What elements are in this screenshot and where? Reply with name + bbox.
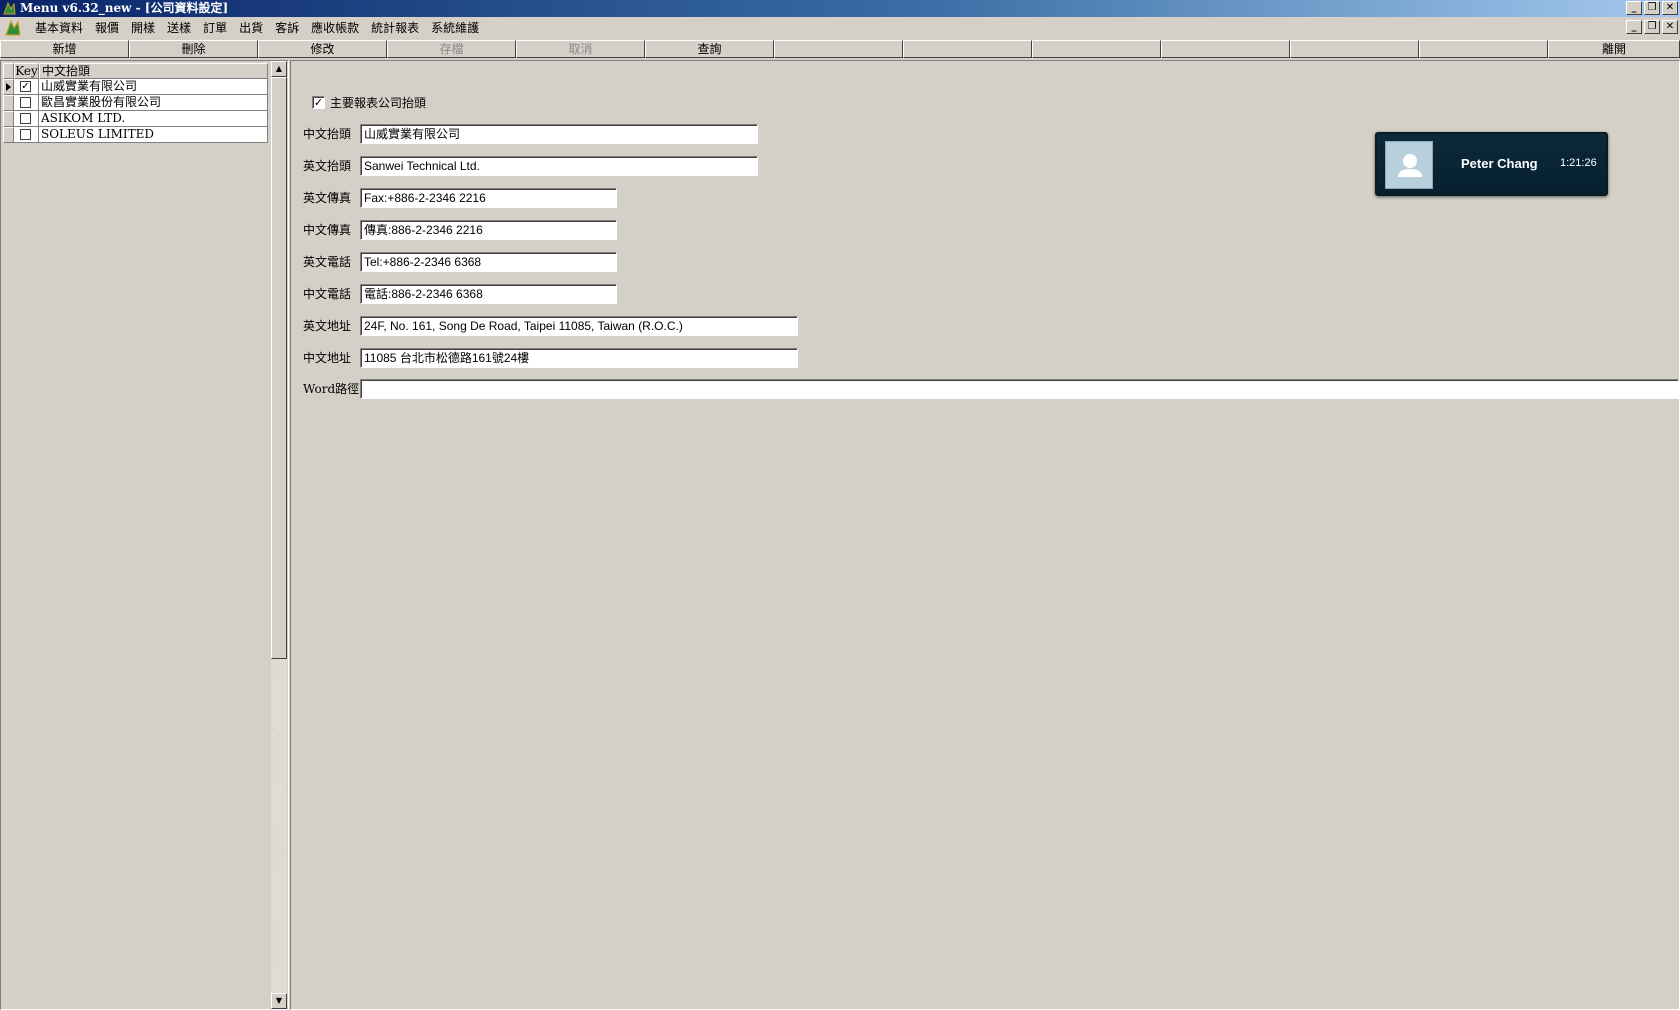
current-row-arrow-icon — [6, 83, 11, 91]
caller-name: Peter Chang — [1461, 156, 1538, 171]
primary-report-title-option[interactable]: ✓ 主要報表公司抬頭 — [312, 94, 426, 111]
close-icon: ✕ — [1665, 2, 1675, 13]
query-button[interactable]: 查詢 — [645, 40, 774, 58]
chinese-fax-field[interactable]: 傳真:886-2-2346 2216 — [360, 220, 617, 240]
save-button[interactable]: 存檔 — [387, 40, 516, 58]
minimize-icon: _ — [1631, 21, 1637, 32]
table-row[interactable]: SOLEUS LIMITED — [3, 127, 268, 143]
company-list-panel: Key 中文抬頭 ✓ 山威實業有限公司 歐昌實業股份有限公司 ASIKOM LT… — [0, 60, 289, 1010]
english-phone-field[interactable]: Tel:+886-2-2346 6368 — [360, 252, 617, 272]
app-logo-icon — [5, 19, 21, 36]
empty-toolbar-button[interactable] — [1419, 40, 1548, 58]
menu-orders[interactable]: 訂單 — [197, 18, 233, 38]
child-minimize-button[interactable]: _ — [1626, 20, 1642, 34]
menu-sample-making[interactable]: 開樣 — [125, 18, 161, 38]
name-cell[interactable]: 歐昌實業股份有限公司 — [39, 95, 268, 111]
app-logo-icon — [3, 1, 16, 15]
table-row[interactable]: 歐昌實業股份有限公司 — [3, 95, 268, 111]
chinese-phone-label: 中文電話 — [303, 287, 352, 301]
minimize-button[interactable]: _ — [1626, 1, 1642, 15]
header-chinese-title[interactable]: 中文抬頭 — [39, 63, 268, 79]
key-cell[interactable]: ✓ — [14, 79, 39, 95]
menu-sample-delivery[interactable]: 送樣 — [161, 18, 197, 38]
row-indicator — [3, 79, 14, 95]
company-grid: Key 中文抬頭 ✓ 山威實業有限公司 歐昌實業股份有限公司 ASIKOM LT… — [3, 63, 268, 143]
scroll-thumb[interactable] — [271, 77, 287, 659]
child-close-button[interactable]: ✕ — [1662, 20, 1678, 34]
empty-toolbar-button[interactable] — [903, 40, 1032, 58]
restore-button[interactable]: ❐ — [1644, 1, 1660, 15]
english-address-field[interactable]: 24F, No. 161, Song De Road, Taipei 11085… — [360, 316, 798, 336]
key-cell[interactable] — [14, 111, 39, 127]
empty-toolbar-button[interactable] — [774, 40, 903, 58]
company-form-panel: ✓ 主要報表公司抬頭 中文抬頭 山威實業有限公司 英文抬頭 Sanwei Tec… — [290, 60, 1680, 1010]
empty-toolbar-button[interactable] — [1161, 40, 1290, 58]
key-checkbox[interactable]: ✓ — [20, 81, 31, 92]
chinese-phone-field[interactable]: 電話:886-2-2346 6368 — [360, 284, 617, 304]
english-phone-label: 英文電話 — [303, 255, 352, 269]
scroll-down-icon[interactable]: ▼ — [271, 993, 287, 1009]
word-path-label: Word路徑 — [303, 382, 360, 396]
menu-quotation[interactable]: 報價 — [89, 18, 125, 38]
title-bar: Menu v6.32_new - [公司資料設定] _ ❐ ✕ — [0, 0, 1680, 17]
table-row[interactable]: ✓ 山威實業有限公司 — [3, 79, 268, 95]
edit-button[interactable]: 修改 — [258, 40, 387, 58]
empty-toolbar-button[interactable] — [1290, 40, 1419, 58]
user-icon — [1398, 154, 1422, 177]
menu-basic-data[interactable]: 基本資料 — [29, 18, 89, 38]
menu-receivables[interactable]: 應收帳款 — [305, 18, 365, 38]
menu-bar: 基本資料 報價 開樣 送樣 訂單 出貨 客訴 應收帳款 統計報表 系統維護 _ … — [0, 17, 1680, 39]
scroll-up-icon[interactable]: ▲ — [271, 61, 287, 77]
english-title-field[interactable]: Sanwei Technical Ltd. — [360, 156, 758, 176]
minimize-icon: _ — [1631, 2, 1637, 13]
key-cell[interactable] — [14, 127, 39, 143]
key-checkbox[interactable] — [20, 113, 31, 124]
call-notification[interactable]: Peter Chang 1:21:26 — [1375, 132, 1608, 196]
row-indicator — [3, 111, 14, 127]
menu-shipping[interactable]: 出貨 — [233, 18, 269, 38]
close-button[interactable]: ✕ — [1662, 1, 1678, 15]
name-cell[interactable]: 山威實業有限公司 — [39, 79, 268, 95]
child-restore-button[interactable]: ❐ — [1644, 20, 1660, 34]
english-fax-label: 英文傳真 — [303, 191, 352, 205]
primary-report-title-checkbox[interactable]: ✓ — [312, 96, 325, 109]
delete-button[interactable]: 刪除 — [129, 40, 258, 58]
chinese-title-field[interactable]: 山威實業有限公司 — [360, 124, 758, 144]
row-indicator — [3, 127, 14, 143]
header-indicator — [3, 63, 14, 79]
restore-icon: ❐ — [1647, 21, 1657, 32]
key-checkbox[interactable] — [20, 129, 31, 140]
menu-system[interactable]: 系統維護 — [425, 18, 485, 38]
english-fax-field[interactable]: Fax:+886-2-2346 2216 — [360, 188, 617, 208]
exit-button[interactable]: 離開 — [1548, 40, 1680, 58]
name-cell[interactable]: ASIKOM LTD. — [39, 111, 268, 127]
chinese-address-label: 中文地址 — [303, 351, 352, 365]
chinese-fax-label: 中文傳真 — [303, 223, 352, 237]
header-key[interactable]: Key — [14, 63, 39, 79]
menu-reports[interactable]: 統計報表 — [365, 18, 425, 38]
menu-complaints[interactable]: 客訴 — [269, 18, 305, 38]
empty-toolbar-button[interactable] — [1032, 40, 1161, 58]
english-address-label: 英文地址 — [303, 319, 352, 333]
restore-icon: ❐ — [1647, 2, 1657, 13]
toolbar: 新增 刪除 修改 存檔 取消 查詢 離開 — [0, 40, 1680, 59]
primary-report-title-label: 主要報表公司抬頭 — [330, 96, 427, 110]
window-title: Menu v6.32_new - [公司資料設定] — [20, 1, 229, 15]
row-indicator — [3, 95, 14, 111]
cancel-button[interactable]: 取消 — [516, 40, 645, 58]
word-path-field[interactable] — [360, 379, 1679, 399]
chinese-title-label: 中文抬頭 — [303, 127, 352, 141]
close-icon: ✕ — [1665, 21, 1675, 32]
english-title-label: 英文抬頭 — [303, 159, 352, 173]
key-checkbox[interactable] — [20, 97, 31, 108]
chinese-address-field[interactable]: 11085 台北市松德路161號24樓 — [360, 348, 798, 368]
grid-header: Key 中文抬頭 — [3, 63, 268, 79]
name-cell[interactable]: SOLEUS LIMITED — [39, 127, 268, 143]
call-duration: 1:21:26 — [1560, 157, 1597, 169]
key-cell[interactable] — [14, 95, 39, 111]
table-row[interactable]: ASIKOM LTD. — [3, 111, 268, 127]
vertical-scrollbar[interactable]: ▲ ▼ — [271, 61, 287, 1009]
add-button[interactable]: 新增 — [0, 40, 129, 58]
avatar — [1385, 141, 1433, 189]
